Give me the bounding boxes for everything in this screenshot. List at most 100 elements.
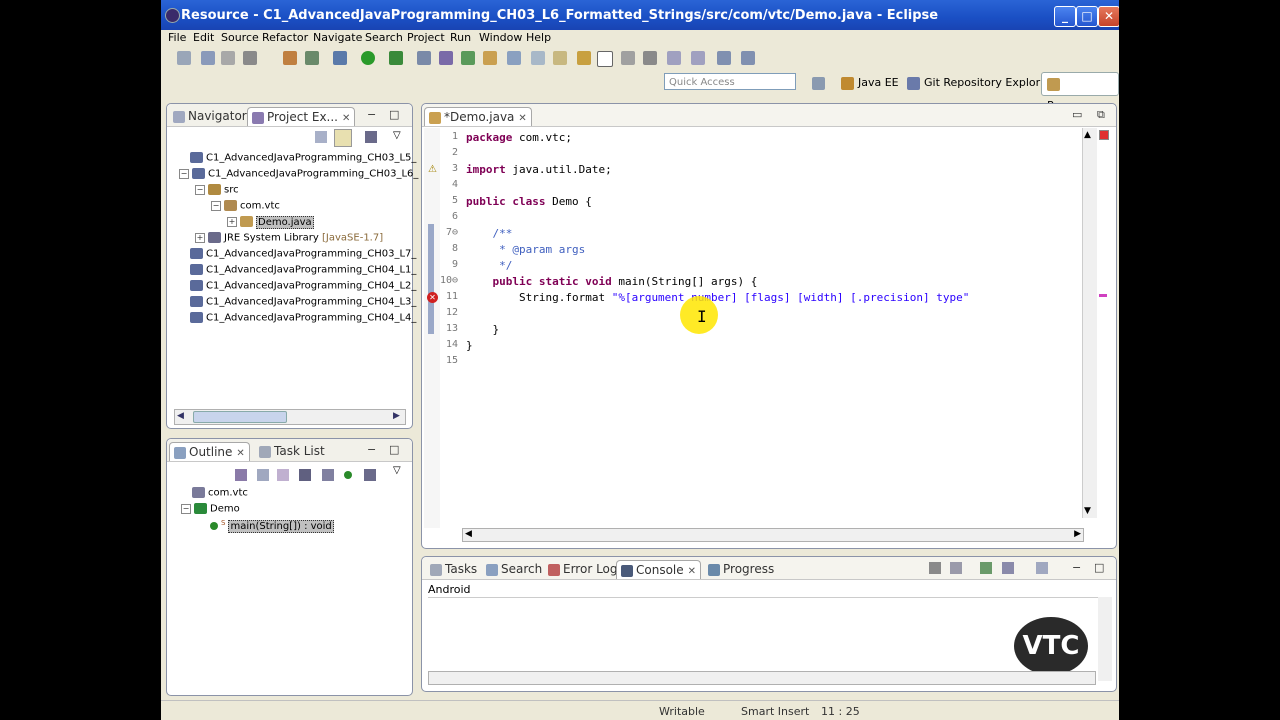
view-menu-icon[interactable] (365, 131, 377, 143)
sort-icon[interactable] (257, 469, 269, 481)
debug-icon[interactable] (333, 51, 347, 65)
tab-navigator[interactable]: Navigator (169, 107, 251, 125)
menu-help[interactable]: Help (526, 31, 551, 44)
show-whitespace-icon[interactable] (621, 51, 635, 65)
code-area[interactable]: package com.vtc; import java.util.Date; pu… (466, 104, 1086, 524)
new-package-icon[interactable] (439, 51, 453, 65)
close-tab-icon[interactable]: ✕ (236, 448, 244, 459)
menu-edit[interactable]: Edit (193, 31, 214, 44)
hide-fields-icon[interactable] (235, 469, 247, 481)
perspective-java-ee[interactable]: Java EE (841, 72, 899, 94)
maximize-button[interactable]: □ (1076, 6, 1098, 27)
tab-project-explorer[interactable]: Project Ex... ✕ (247, 107, 356, 126)
forward-icon[interactable] (741, 51, 755, 65)
expand-toggle-icon[interactable]: − (195, 184, 205, 195)
view-dropdown-icon[interactable]: ▽ (393, 465, 401, 476)
close-tab-icon[interactable]: ✕ (688, 566, 696, 577)
minimize-view-button[interactable]: − (367, 443, 376, 456)
clear-console-icon[interactable] (929, 562, 941, 574)
previous-annotation-icon[interactable] (691, 51, 705, 65)
scroll-lock-icon[interactable] (950, 562, 962, 574)
tree-item[interactable]: + Demo.java (227, 215, 314, 229)
scroll-left-icon[interactable]: ◀ (177, 411, 187, 421)
annotation-icon[interactable] (577, 51, 591, 65)
expand-toggle-icon[interactable]: + (227, 216, 237, 227)
expand-toggle-icon[interactable]: − (181, 503, 191, 514)
new-class-icon[interactable] (461, 51, 475, 65)
tree-item[interactable]: Smain(String[]) : void (199, 519, 334, 534)
run-icon[interactable] (361, 51, 375, 65)
task-icon[interactable] (531, 51, 545, 65)
new-java-project-icon[interactable] (417, 51, 431, 65)
open-console-icon[interactable] (1036, 562, 1048, 574)
hide-local-types-icon[interactable] (322, 469, 334, 481)
back-icon[interactable] (717, 51, 731, 65)
tab-tasks[interactable]: Tasks (426, 560, 481, 578)
tree-item[interactable]: − Demo (181, 503, 240, 515)
error-overview-icon[interactable] (1099, 130, 1109, 140)
tab-outline[interactable]: Outline ✕ (169, 442, 250, 461)
android-icon[interactable] (305, 51, 319, 65)
tree-item[interactable]: C1_AdvancedJavaProgramming_CH04_L2_ (179, 280, 416, 292)
server-icon[interactable] (283, 51, 297, 65)
toggle-mark-icon[interactable] (553, 51, 567, 65)
tree-item[interactable]: C1_AdvancedJavaProgramming_CH04_L1_ (179, 264, 416, 276)
expand-toggle-icon[interactable]: + (195, 232, 205, 243)
tree-item[interactable]: − C1_AdvancedJavaProgramming_CH03_L6_ (179, 168, 418, 180)
perspective-git[interactable]: Git Repository Exploring (907, 72, 1057, 94)
view-dropdown-icon[interactable]: ▽ (393, 130, 401, 141)
error-location-marker[interactable] (1099, 294, 1107, 297)
pin-console-icon[interactable] (980, 562, 992, 574)
block-selection-icon[interactable] (643, 51, 657, 65)
scroll-up-icon[interactable]: ▲ (1084, 130, 1091, 140)
menu-project[interactable]: Project (407, 31, 445, 44)
maximize-editor-button[interactable]: ⧉ (1097, 108, 1105, 122)
expand-toggle-icon[interactable]: − (179, 168, 189, 179)
menu-file[interactable]: File (168, 31, 186, 44)
save-all-icon[interactable] (221, 51, 235, 65)
menu-search[interactable]: Search (365, 31, 403, 44)
print-icon[interactable] (243, 51, 257, 65)
tab-search[interactable]: Search (482, 560, 546, 578)
error-icon[interactable]: ✕ (427, 292, 438, 303)
next-annotation-icon[interactable] (667, 51, 681, 65)
scroll-right-icon[interactable]: ▶ (393, 411, 403, 421)
tab-error-log[interactable]: Error Log (544, 560, 622, 578)
scroll-thumb[interactable] (193, 411, 287, 423)
hide-non-public-icon[interactable] (299, 469, 311, 481)
link-with-editor-icon[interactable] (334, 129, 352, 147)
maximize-view-button[interactable]: □ (389, 443, 399, 456)
tree-item[interactable]: − com.vtc (211, 200, 280, 212)
menu-navigate[interactable]: Navigate (313, 31, 362, 44)
menu-refactor[interactable]: Refactor (262, 31, 308, 44)
menu-source[interactable]: Source (221, 31, 259, 44)
new-icon[interactable] (177, 51, 191, 65)
minimize-view-button[interactable]: − (1072, 561, 1081, 574)
close-tab-icon[interactable]: ✕ (342, 113, 350, 124)
tree-item[interactable]: − src (195, 184, 239, 196)
save-icon[interactable] (201, 51, 215, 65)
tree-item[interactable]: C1_AdvancedJavaProgramming_CH03_L7_ (179, 248, 416, 260)
console-horizontal-scrollbar[interactable] (428, 671, 1096, 685)
maximize-view-button[interactable]: □ (1094, 561, 1104, 574)
tree-item[interactable]: C1_AdvancedJavaProgramming_CH04_L3_ (179, 296, 416, 308)
tab-task-list[interactable]: Task List (255, 442, 329, 460)
scroll-down-icon[interactable]: ▼ (1084, 506, 1091, 516)
close-button[interactable]: ✕ (1098, 6, 1119, 27)
tree-item[interactable]: C1_AdvancedJavaProgramming_CH04_L4_ (179, 312, 416, 324)
minimize-view-button[interactable]: − (367, 108, 376, 121)
tab-console[interactable]: Console ✕ (616, 560, 702, 579)
horizontal-scrollbar[interactable]: ◀ ▶ (174, 409, 406, 425)
tree-item[interactable]: com.vtc (181, 487, 248, 499)
scroll-right-icon[interactable]: ▶ (1074, 529, 1081, 539)
public-member-icon[interactable] (344, 471, 352, 479)
hide-static-icon[interactable] (277, 469, 289, 481)
scroll-left-icon[interactable]: ◀ (465, 529, 472, 539)
maximize-view-button[interactable]: □ (389, 108, 399, 121)
collapse-all-icon[interactable] (315, 131, 327, 143)
console-vertical-scrollbar[interactable] (1098, 597, 1112, 681)
tab-progress[interactable]: Progress (704, 560, 778, 578)
warning-icon[interactable]: ⚠ (428, 164, 437, 175)
tree-item[interactable]: C1_AdvancedJavaProgramming_CH03_L5_ (179, 152, 416, 164)
search-toolbar-icon[interactable] (507, 51, 521, 65)
